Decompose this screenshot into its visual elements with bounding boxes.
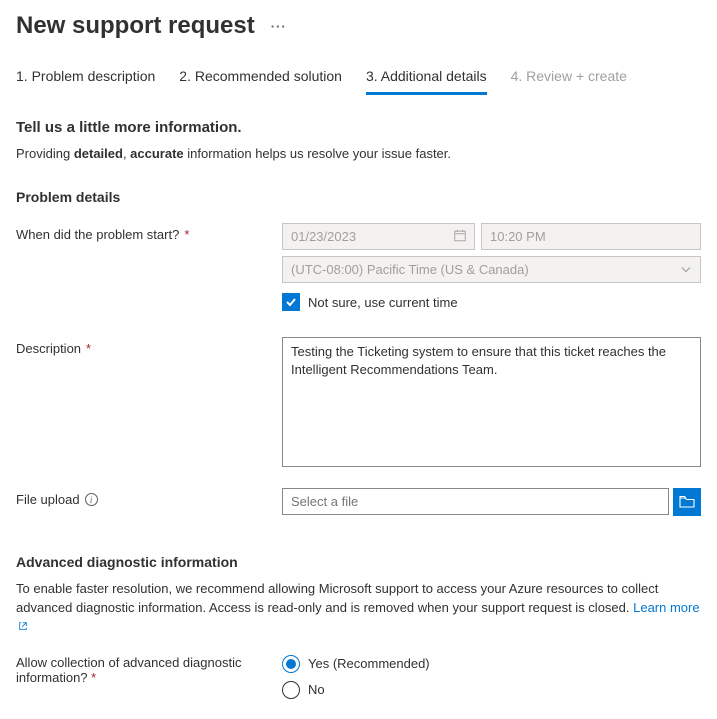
external-link-icon (18, 618, 28, 637)
intro-bold-2: accurate (130, 146, 183, 161)
allow-label-line1: Allow collection of advanced diagnostic (16, 655, 241, 670)
problem-details-heading: Problem details (16, 189, 701, 205)
required-indicator: * (91, 670, 96, 685)
start-label: When did the problem start? (16, 227, 179, 242)
allow-label-line2: information? (16, 670, 88, 685)
allow-no-radio[interactable]: No (282, 681, 701, 699)
advanced-body: To enable faster resolution, we recommen… (16, 580, 701, 637)
description-label: Description (16, 341, 81, 356)
file-browse-button[interactable] (673, 488, 701, 516)
start-date-input[interactable] (282, 223, 475, 250)
radio-icon (282, 681, 300, 699)
description-textarea[interactable]: Testing the Ticketing system to ensure t… (282, 337, 701, 467)
file-input[interactable] (282, 488, 669, 515)
folder-icon (679, 494, 695, 510)
tab-recommended-solution[interactable]: 2. Recommended solution (179, 68, 342, 95)
intro-text: Providing detailed, accurate information… (16, 146, 701, 161)
radio-no-label: No (308, 682, 325, 697)
intro-heading: Tell us a little more information. (16, 119, 701, 136)
more-icon[interactable]: ··· (271, 19, 287, 34)
radio-yes-label: Yes (Recommended) (308, 656, 430, 671)
timezone-select[interactable] (282, 256, 701, 283)
intro-text-post: information helps us resolve your issue … (184, 146, 451, 161)
not-sure-checkbox[interactable] (282, 293, 300, 311)
learn-more-text: Learn more (633, 600, 699, 615)
advanced-heading: Advanced diagnostic information (16, 554, 701, 570)
advanced-body-text: To enable faster resolution, we recommen… (16, 581, 658, 615)
page-title: New support request (16, 12, 255, 40)
file-upload-label: File upload (16, 492, 80, 507)
info-icon[interactable]: i (85, 493, 98, 506)
wizard-tabs: 1. Problem description 2. Recommended so… (16, 68, 701, 95)
not-sure-label: Not sure, use current time (308, 295, 458, 310)
intro-bold-1: detailed (74, 146, 123, 161)
calendar-icon (453, 228, 467, 245)
start-time-input[interactable] (481, 223, 701, 250)
radio-icon (282, 655, 300, 673)
allow-yes-radio[interactable]: Yes (Recommended) (282, 655, 701, 673)
tab-additional-details[interactable]: 3. Additional details (366, 68, 487, 95)
tab-review-create: 4. Review + create (511, 68, 627, 95)
intro-text-pre: Providing (16, 146, 74, 161)
required-indicator: * (86, 341, 91, 356)
tab-problem-description[interactable]: 1. Problem description (16, 68, 155, 95)
required-indicator: * (184, 227, 189, 242)
